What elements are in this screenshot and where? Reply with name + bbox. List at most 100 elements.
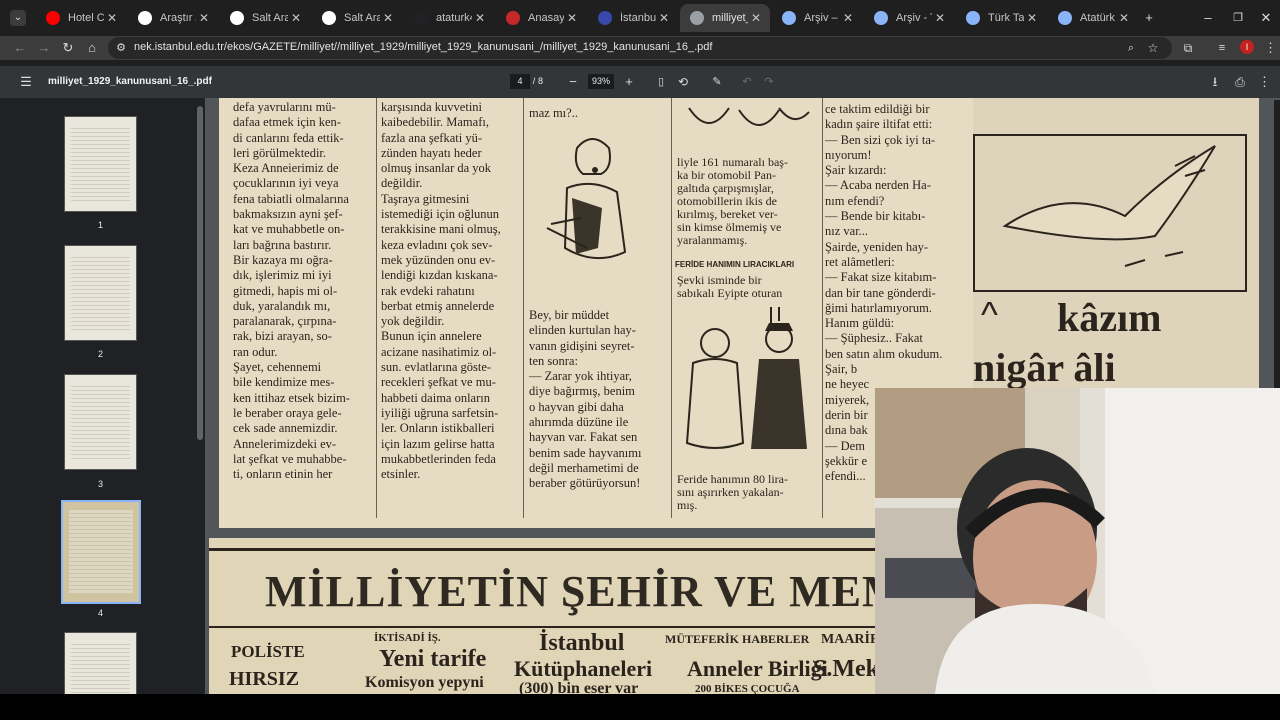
extensions-icon[interactable]: ⧉ bbox=[1180, 40, 1196, 56]
document-scrollbar[interactable] bbox=[1274, 100, 1280, 388]
tab-title: Arşiv - Türk bbox=[896, 12, 932, 24]
page-number-input[interactable]: 4 bbox=[510, 74, 530, 89]
thumbnail-label: 1 bbox=[97, 220, 103, 230]
close-tab-icon[interactable]: ✕ bbox=[104, 11, 120, 25]
profile-avatar[interactable]: I bbox=[1240, 40, 1254, 54]
redo-icon[interactable]: ↷ bbox=[762, 74, 776, 90]
annotate-icon[interactable]: ✎ bbox=[710, 74, 724, 90]
tab[interactable]: Türk Tarih K✕ bbox=[956, 4, 1046, 32]
print-icon[interactable]: ⎙ bbox=[1232, 74, 1248, 90]
salt-icon bbox=[230, 11, 244, 25]
article-column: defa yavrularını mü- dafaa etmek için ke… bbox=[233, 100, 350, 482]
zoom-input[interactable]: 93% bbox=[588, 74, 614, 89]
tab[interactable]: Atatürk Foto✕ bbox=[1048, 4, 1138, 32]
forward-icon[interactable]: → bbox=[36, 40, 52, 56]
column-rule bbox=[822, 98, 823, 518]
article-column: Şevki isminde bir sabıkalı Eyipte oturan bbox=[677, 273, 783, 300]
page-thumbnail[interactable] bbox=[64, 374, 137, 470]
tab-title: Atatürk Foto bbox=[1080, 12, 1116, 24]
sidebar-scrollbar[interactable] bbox=[197, 106, 203, 440]
tab[interactable]: Hotel Ca✕ bbox=[36, 4, 126, 32]
bookmark-star-icon[interactable]: ☆ bbox=[1146, 40, 1160, 56]
tab-active[interactable]: milliyet_192✕ bbox=[680, 4, 770, 32]
cartoon-illustration bbox=[537, 128, 647, 298]
section-heading: MÜTEFERİK HABERLER bbox=[665, 632, 810, 646]
minimize-icon[interactable]: – bbox=[1200, 10, 1216, 26]
tab-search-icon[interactable]: ⌄ bbox=[10, 10, 26, 26]
close-tab-icon[interactable]: ✕ bbox=[840, 11, 856, 25]
tab[interactable]: Araştır / Liste✕ bbox=[128, 4, 218, 32]
url-text: nek.istanbul.edu.tr/ekos/GAZETE/milliyet… bbox=[134, 41, 713, 53]
page-separator: / bbox=[532, 76, 536, 86]
close-tab-icon[interactable]: ✕ bbox=[472, 11, 488, 25]
tab[interactable]: Salt Araştırma✕ bbox=[312, 4, 402, 32]
tab[interactable]: Arşiv - Türk✕ bbox=[864, 4, 954, 32]
menu-icon[interactable]: ⋮ bbox=[1264, 40, 1277, 56]
back-icon[interactable]: ← bbox=[12, 40, 28, 56]
reload-icon[interactable]: ↻ bbox=[60, 40, 76, 56]
advertisement-text-large: nigâr âli bbox=[973, 345, 1116, 390]
site-icon bbox=[782, 11, 796, 25]
more-options-icon[interactable]: ⋮ bbox=[1258, 74, 1271, 90]
zoom-out-icon[interactable]: − bbox=[566, 74, 580, 90]
page-thumbnail-selected[interactable] bbox=[61, 500, 141, 604]
restore-icon[interactable]: ❐ bbox=[1230, 10, 1246, 26]
rotate-icon[interactable]: ⟲ bbox=[676, 74, 690, 90]
column-rule bbox=[376, 98, 377, 518]
close-tab-icon[interactable]: ✕ bbox=[748, 11, 764, 25]
new-tab-icon[interactable]: + bbox=[1141, 10, 1157, 26]
site-icon bbox=[966, 11, 980, 25]
article-column: maz mı?.. bbox=[529, 106, 578, 120]
headline: S.Mek bbox=[813, 656, 879, 682]
page-thumbnail[interactable] bbox=[64, 632, 137, 694]
headline: Anneler Birliği bbox=[687, 656, 828, 681]
close-window-icon[interactable]: ✕ bbox=[1258, 10, 1274, 26]
tab[interactable]: Salt Araştırma✕ bbox=[220, 4, 310, 32]
site-icon bbox=[506, 11, 520, 25]
tab-title: Salt Araştırma bbox=[252, 12, 288, 24]
close-tab-icon[interactable]: ✕ bbox=[1024, 11, 1040, 25]
close-tab-icon[interactable]: ✕ bbox=[564, 11, 580, 25]
tab[interactable]: İstanbul Üni✕ bbox=[588, 4, 678, 32]
tab-title: Araştır / Liste bbox=[160, 12, 196, 24]
tab-title: İstanbul Üni bbox=[620, 12, 656, 24]
section-heading: POLİSTE bbox=[231, 642, 305, 661]
address-field[interactable]: ⚙ nek.istanbul.edu.tr/ekos/GAZETE/milliy… bbox=[108, 37, 1172, 59]
tab[interactable]: Anasayfa - F✕ bbox=[496, 4, 586, 32]
headline: Komisyon yepyni bbox=[365, 674, 484, 691]
close-tab-icon[interactable]: ✕ bbox=[380, 11, 396, 25]
tab[interactable]: ataturk4k.pic✕ bbox=[404, 4, 494, 32]
undo-icon[interactable]: ↶ bbox=[740, 74, 754, 90]
bottom-bar bbox=[0, 694, 1280, 720]
site-info-icon[interactable]: ⚙ bbox=[114, 40, 128, 56]
advertisement-text-large: kâzım bbox=[1057, 295, 1162, 340]
headline: 200 BİKES ÇOCUĞA bbox=[695, 683, 800, 694]
media-icon[interactable]: ≡ bbox=[1214, 40, 1230, 56]
fit-page-icon[interactable]: ▯ bbox=[654, 74, 668, 90]
arrow-icon: ^ bbox=[981, 294, 998, 335]
download-icon[interactable]: ⭳ bbox=[1208, 74, 1222, 90]
zoom-in-icon[interactable]: + bbox=[622, 74, 636, 90]
site-icon bbox=[138, 11, 152, 25]
pdf-toolbar: ☰ milliyet_1929_kanunusani_16_.pdf 4 / 8… bbox=[0, 66, 1280, 98]
salt-icon bbox=[322, 11, 336, 25]
sidebar-menu-icon[interactable]: ☰ bbox=[18, 74, 34, 90]
close-tab-icon[interactable]: ✕ bbox=[288, 11, 304, 25]
close-tab-icon[interactable]: ✕ bbox=[656, 11, 672, 25]
column-rule bbox=[523, 98, 524, 518]
tab-title: Arşiv – Türk bbox=[804, 12, 840, 24]
cartoon-illustration bbox=[679, 303, 819, 468]
page-thumbnail[interactable] bbox=[64, 116, 137, 212]
close-tab-icon[interactable]: ✕ bbox=[1116, 11, 1132, 25]
thumbnail-sidebar: 1 2 3 4 bbox=[0, 98, 205, 694]
headline: İstanbul bbox=[539, 630, 625, 656]
home-icon[interactable]: ⌂ bbox=[84, 40, 100, 56]
article-column: liyle 161 numaralı baş- ka bir otomobil … bbox=[677, 155, 788, 247]
article-column: Bey, bir müddet elinden kurtulan hay- va… bbox=[529, 308, 642, 491]
zoom-icon[interactable]: ⌕ bbox=[1124, 40, 1138, 56]
page-thumbnail[interactable] bbox=[64, 245, 137, 341]
section-heading: MAARİF bbox=[821, 632, 879, 647]
close-tab-icon[interactable]: ✕ bbox=[932, 11, 948, 25]
tab[interactable]: Arşiv – Türk✕ bbox=[772, 4, 862, 32]
close-tab-icon[interactable]: ✕ bbox=[196, 11, 212, 25]
